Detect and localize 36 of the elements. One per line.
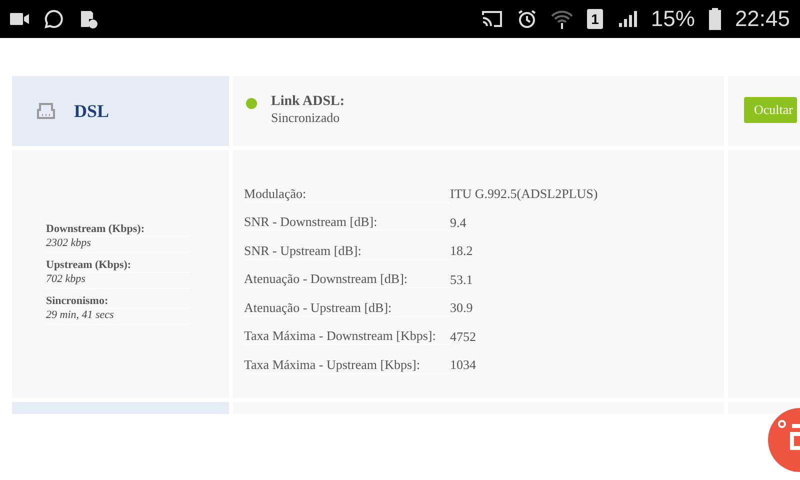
signal-icon <box>616 9 637 29</box>
detail-value: 9.4 <box>450 214 468 231</box>
chat-bubble-icon <box>44 9 64 29</box>
video-camera-icon <box>10 12 30 26</box>
clock-time: 22:45 <box>734 6 790 32</box>
summary-label: Downstream (Kbps): <box>46 223 191 237</box>
detail-label: Modulação: <box>244 186 450 203</box>
detail-label: SNR - Downstream [dB]: <box>244 214 450 232</box>
link-value: Sincronizado <box>271 110 341 126</box>
link-label: Link ADSL: <box>271 94 345 110</box>
sim-slot-badge: 1 <box>587 9 603 29</box>
detail-value: 53.1 <box>450 272 474 288</box>
detail-value: 4752 <box>450 328 477 345</box>
detail-value: 30.9 <box>450 300 474 316</box>
summary-label: Upstream (Kbps): <box>46 259 191 273</box>
router-icon <box>36 102 56 120</box>
summary-label: Sincronismo: <box>46 295 191 309</box>
detail-value: ITU G.992.5(ADSL2PLUS) <box>450 186 599 202</box>
battery-percent: 15% <box>650 6 695 32</box>
summary-value: 702 kbps <box>46 273 191 289</box>
detail-label: Taxa Máxima - Downstream [Kbps]: <box>244 328 450 346</box>
detail-label: Taxa Máxima - Upstream [Kbps]: <box>244 356 450 374</box>
detail-label: Atenuação - Upstream [dB]: <box>244 300 450 317</box>
detail-value: 18.2 <box>450 243 474 260</box>
wifi-icon <box>551 9 574 29</box>
section-title: DSL <box>74 100 110 122</box>
detail-value: 1034 <box>450 357 477 374</box>
battery-icon <box>708 8 721 30</box>
summary-value: 29 min, 41 secs <box>46 309 191 325</box>
detail-label: Atenuação - Downstream [dB]: <box>244 271 450 288</box>
alarm-clock-icon <box>517 9 538 29</box>
sd-card-alert-icon <box>78 9 98 29</box>
summary-value: 2302 kbps <box>46 237 191 253</box>
cast-icon <box>481 10 504 28</box>
detail-label: SNR - Upstream [dB]: <box>244 242 450 260</box>
hide-button[interactable]: Ocultar <box>744 97 797 123</box>
